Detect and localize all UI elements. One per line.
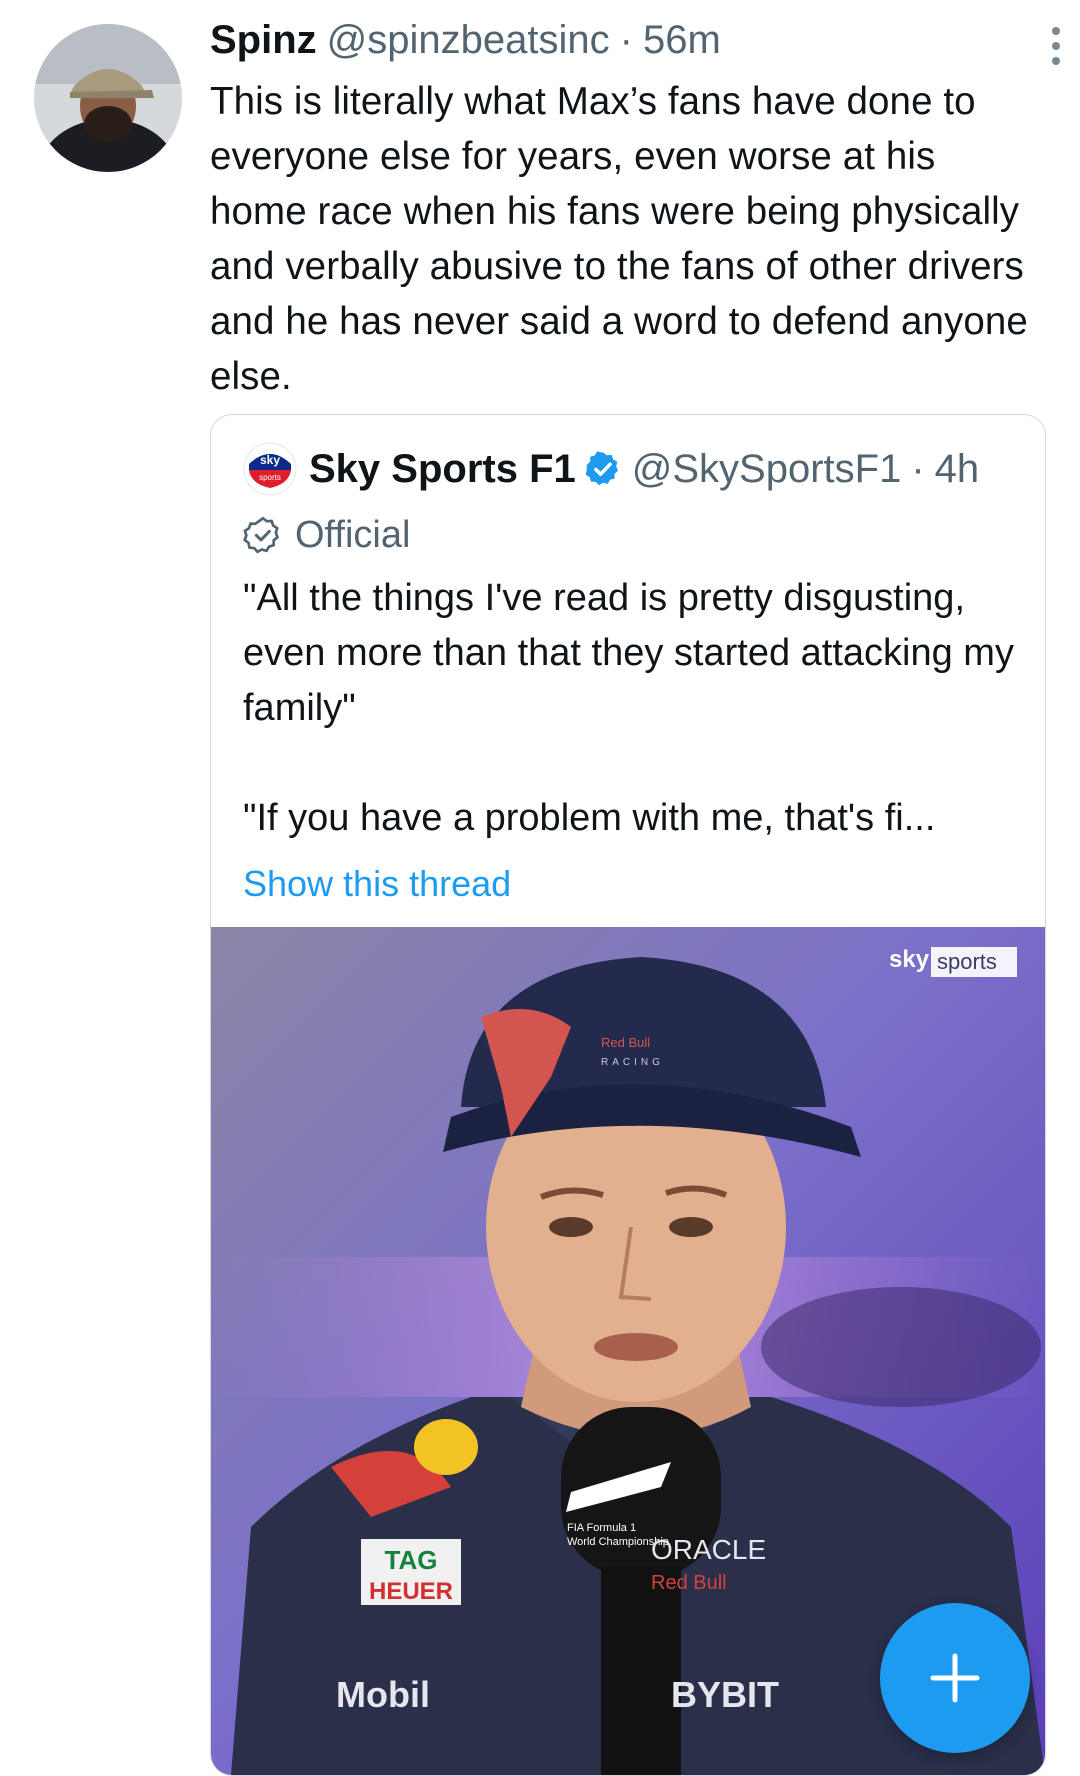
quoted-author-handle[interactable]: @SkySportsF1 (632, 447, 902, 492)
show-thread-link[interactable]: Show this thread (243, 863, 511, 905)
compose-tweet-button[interactable] (880, 1603, 1030, 1753)
author-name[interactable]: Spinz (210, 18, 317, 63)
quoted-timestamp[interactable]: 4h (935, 447, 980, 492)
verified-badge-icon (585, 451, 618, 486)
quoted-tweet-header: sky sports Sky Sports F1 @SkySportsF1 · … (243, 439, 979, 499)
quoted-paragraph-1: "All the things I've read is pretty disg… (243, 577, 1014, 729)
tweet-header: Spinz @spinzbeatsinc · 56m (210, 10, 1040, 70)
author-handle[interactable]: @spinzbeatsinc (327, 18, 610, 63)
svg-text:sky: sky (260, 453, 280, 467)
watermark-brand: sky (889, 946, 930, 973)
quoted-paragraph-2: "If you have a problem with me, that's f… (243, 797, 936, 839)
svg-text:BYBIT: BYBIT (671, 1674, 779, 1715)
quoted-author-name[interactable]: Sky Sports F1 (309, 447, 576, 492)
plus-icon (930, 1653, 980, 1703)
svg-text:RACING: RACING (601, 1057, 664, 1068)
tweet[interactable]: Spinz @spinzbeatsinc · 56m This is liter… (210, 10, 1060, 404)
svg-text:FIA Formula 1: FIA Formula 1 (567, 1522, 636, 1534)
tweet-text: This is literally what Max’s fans have d… (210, 80, 1028, 398)
svg-text:Red Bull: Red Bull (651, 1572, 727, 1594)
separator-dot: · (911, 446, 925, 491)
svg-text:HEUER: HEUER (369, 1578, 453, 1605)
svg-text:Mobil: Mobil (336, 1674, 430, 1715)
svg-text:sports: sports (259, 473, 281, 482)
author-avatar[interactable] (34, 24, 182, 172)
svg-text:Red Bull: Red Bull (601, 1035, 650, 1050)
separator-dot: · (619, 17, 633, 62)
official-label-text: Official (295, 513, 411, 556)
quoted-tweet-text: "All the things I've read is pretty disg… (243, 571, 1023, 846)
watermark-channel: sports (937, 949, 997, 974)
svg-text:ORACLE: ORACLE (651, 1534, 766, 1565)
svg-text:TAG: TAG (385, 1545, 438, 1575)
sky-sports-logo-avatar[interactable]: sky sports (243, 442, 297, 496)
quoted-tweet-card[interactable]: sky sports Sky Sports F1 @SkySportsF1 · … (210, 414, 1046, 1776)
avatar-image (34, 24, 182, 172)
more-vertical-icon[interactable] (1036, 22, 1076, 72)
tweet-timestamp[interactable]: 56m (643, 18, 721, 63)
sky-sports-watermark: sky sports (889, 946, 1017, 977)
official-label: Official (243, 507, 410, 563)
official-badge-icon (243, 516, 280, 554)
